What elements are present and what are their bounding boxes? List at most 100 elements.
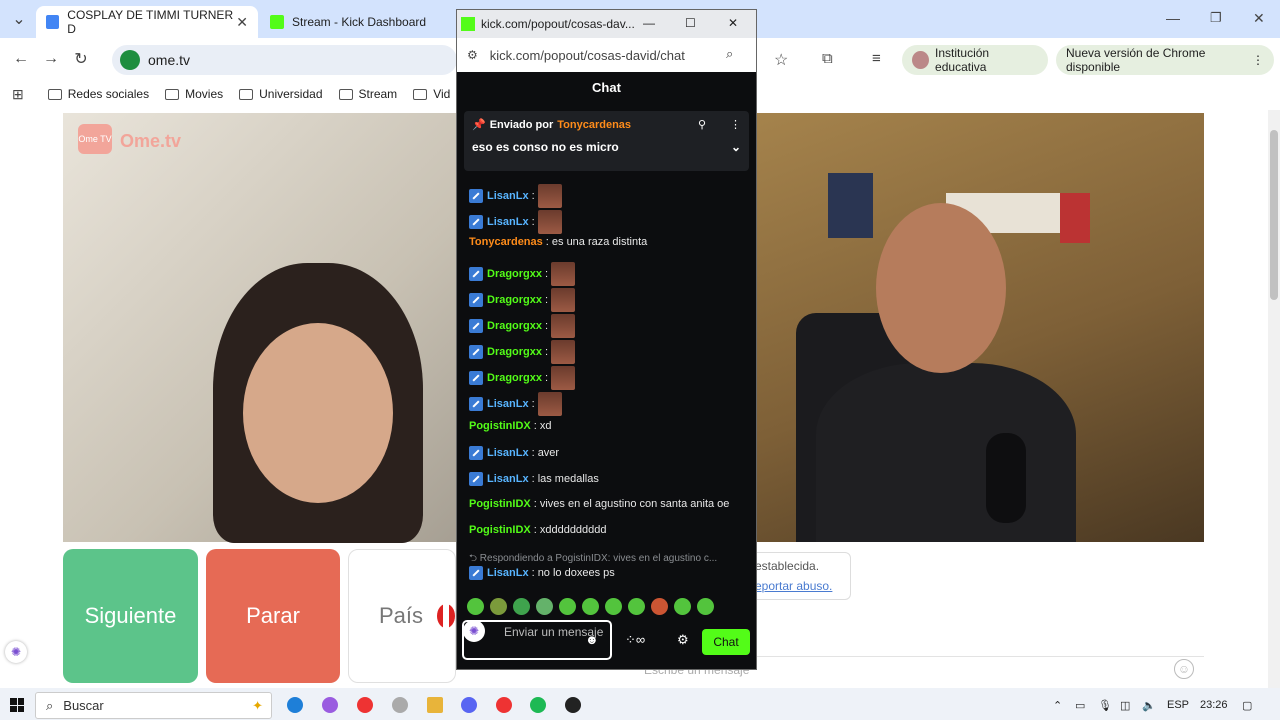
settings-icon[interactable]: ⚙: [677, 632, 689, 648]
microphone-icon[interactable]: 🎙: [1098, 699, 1112, 712]
emoji-icon[interactable]: ☺: [1174, 659, 1194, 679]
chrome-icon[interactable]: [357, 697, 373, 713]
chat-username[interactable]: LisanLx: [487, 447, 529, 459]
chrome-icon[interactable]: [496, 697, 512, 713]
emote-icon[interactable]: [536, 598, 553, 615]
bookmark-folder[interactable]: Universidad: [239, 87, 323, 101]
chat-username[interactable]: LisanLx: [487, 398, 529, 410]
chat-username[interactable]: LisanLx: [487, 190, 529, 202]
chat-text: : xd: [533, 420, 552, 432]
popup-titlebar[interactable]: kick.com/popout/cosas-dav... — ☐ ✕: [457, 10, 756, 38]
tab-search-icon[interactable]: ⌄: [4, 4, 34, 34]
file-explorer-icon[interactable]: [427, 697, 443, 713]
poster: [828, 173, 873, 238]
emote-icon[interactable]: [697, 598, 714, 615]
stranger-face: [243, 323, 393, 503]
emote-icon[interactable]: [651, 598, 668, 615]
emote-icon[interactable]: [467, 598, 484, 615]
maximize-icon[interactable]: ☐: [685, 16, 696, 30]
bookmark-folder[interactable]: Movies: [165, 87, 223, 101]
tab-cosplay[interactable]: COSPLAY DE TIMMI TURNER D ✕: [36, 6, 258, 38]
chat-username[interactable]: Dragorgxx: [487, 346, 542, 358]
clock[interactable]: 23:26: [1200, 699, 1228, 711]
chat-username[interactable]: Dragorgxx: [487, 268, 542, 280]
bookmark-folder[interactable]: Stream: [338, 87, 397, 101]
chat-username[interactable]: PogistinIDX: [469, 420, 531, 432]
close-window-icon[interactable]: ✕: [1253, 10, 1265, 27]
bookmark-folder[interactable]: Vid: [413, 87, 450, 101]
profile-button[interactable]: Institución educativa: [902, 45, 1048, 75]
update-chrome-button[interactable]: Nueva versión de Chrome disponible ⋮: [1056, 45, 1274, 75]
emote-icon[interactable]: [559, 598, 576, 615]
emote-icon[interactable]: [513, 598, 530, 615]
next-button[interactable]: Siguiente: [63, 549, 198, 683]
chat-message: PogistinIDX: vives en el agustino con sa…: [469, 498, 729, 510]
pin-toggle-icon[interactable]: ⚲: [698, 118, 706, 131]
chat-username[interactable]: Dragorgxx: [487, 320, 542, 332]
chat-username[interactable]: PogistinIDX: [469, 524, 531, 536]
emoji-icon[interactable]: ☻: [585, 632, 599, 647]
site-info-icon[interactable]: [120, 50, 140, 70]
app-icon[interactable]: [392, 697, 408, 713]
extension-brain-icon[interactable]: ✺: [5, 641, 27, 663]
forward-icon[interactable]: →: [36, 44, 66, 74]
network-icon[interactable]: ◫: [1120, 699, 1130, 712]
edge-icon[interactable]: [287, 697, 303, 713]
close-icon[interactable]: ✕: [728, 16, 738, 30]
reload-icon[interactable]: ↻: [66, 44, 96, 74]
extension-brain-icon[interactable]: ✺: [463, 620, 485, 642]
battery-icon[interactable]: ▭: [1075, 699, 1085, 712]
folder-icon: [47, 88, 62, 100]
notifications-icon[interactable]: ▢: [1242, 699, 1252, 712]
chat-message: Dragorgxx:: [469, 314, 576, 338]
address-bar[interactable]: ome.tv: [112, 45, 457, 75]
chat-username[interactable]: PogistinIDX: [469, 498, 531, 510]
popup-urlbar[interactable]: ⚙ kick.com/popout/cosas-david/chat ⌕: [457, 38, 756, 72]
start-icon[interactable]: [10, 698, 24, 712]
chat-message: LisanLx:: [469, 392, 562, 416]
extensions-icon[interactable]: ⧉: [822, 50, 833, 67]
show-hidden-icon[interactable]: ⌃: [1053, 699, 1062, 712]
connections-icon[interactable]: ⁘∞: [625, 632, 645, 648]
ometv-logo-badge: Ome TV: [78, 124, 112, 154]
volume-icon[interactable]: 🔈: [1142, 699, 1156, 712]
send-chat-button[interactable]: Chat: [702, 629, 750, 655]
media-control-icon[interactable]: ≡: [872, 50, 881, 67]
emote-icon[interactable]: [490, 598, 507, 615]
taskbar-search[interactable]: ⌕ Buscar ✦: [35, 692, 272, 719]
tab-kick-dashboard[interactable]: Stream - Kick Dashboard: [260, 6, 455, 38]
emote-icon[interactable]: [605, 598, 622, 615]
bookmark-star-icon[interactable]: ☆: [774, 50, 788, 70]
emote-icon[interactable]: [582, 598, 599, 615]
apps-grid-icon[interactable]: ⊞: [12, 86, 24, 103]
chat-username[interactable]: LisanLx: [487, 216, 529, 228]
chevron-down-icon[interactable]: ⌄: [731, 140, 741, 154]
chat-username[interactable]: Dragorgxx: [487, 372, 542, 384]
scrollbar-thumb[interactable]: [1270, 130, 1278, 300]
discord-icon[interactable]: [461, 697, 477, 713]
bookmark-folder[interactable]: Redes sociales: [47, 87, 149, 101]
copilot-icon[interactable]: [322, 697, 338, 713]
chat-text: :: [531, 216, 535, 228]
restore-icon[interactable]: ❐: [1210, 10, 1222, 26]
close-tab-icon[interactable]: ✕: [236, 14, 248, 31]
chat-message: Dragorgxx:: [469, 288, 576, 312]
obs-icon[interactable]: [565, 697, 581, 713]
spotify-icon[interactable]: [530, 697, 546, 713]
minimize-icon[interactable]: —: [643, 16, 655, 30]
language-indicator[interactable]: ESP: [1167, 699, 1189, 711]
emote-icon[interactable]: [628, 598, 645, 615]
minimize-icon[interactable]: —: [1166, 10, 1180, 26]
emote-icon[interactable]: [674, 598, 691, 615]
back-icon[interactable]: ←: [6, 44, 36, 74]
country-button[interactable]: País: [348, 549, 456, 683]
chat-username[interactable]: Tonycardenas: [469, 236, 543, 248]
zoom-icon[interactable]: ⌕: [726, 46, 733, 62]
site-settings-icon[interactable]: ⚙: [467, 48, 478, 62]
stop-button[interactable]: Parar: [206, 549, 340, 683]
more-options-icon[interactable]: ⋮: [730, 118, 741, 131]
report-abuse-link[interactable]: eportar abuso.: [755, 579, 844, 593]
chat-username[interactable]: Dragorgxx: [487, 294, 542, 306]
stranger-video: [63, 113, 458, 543]
chat-username[interactable]: LisanLx: [487, 473, 529, 485]
